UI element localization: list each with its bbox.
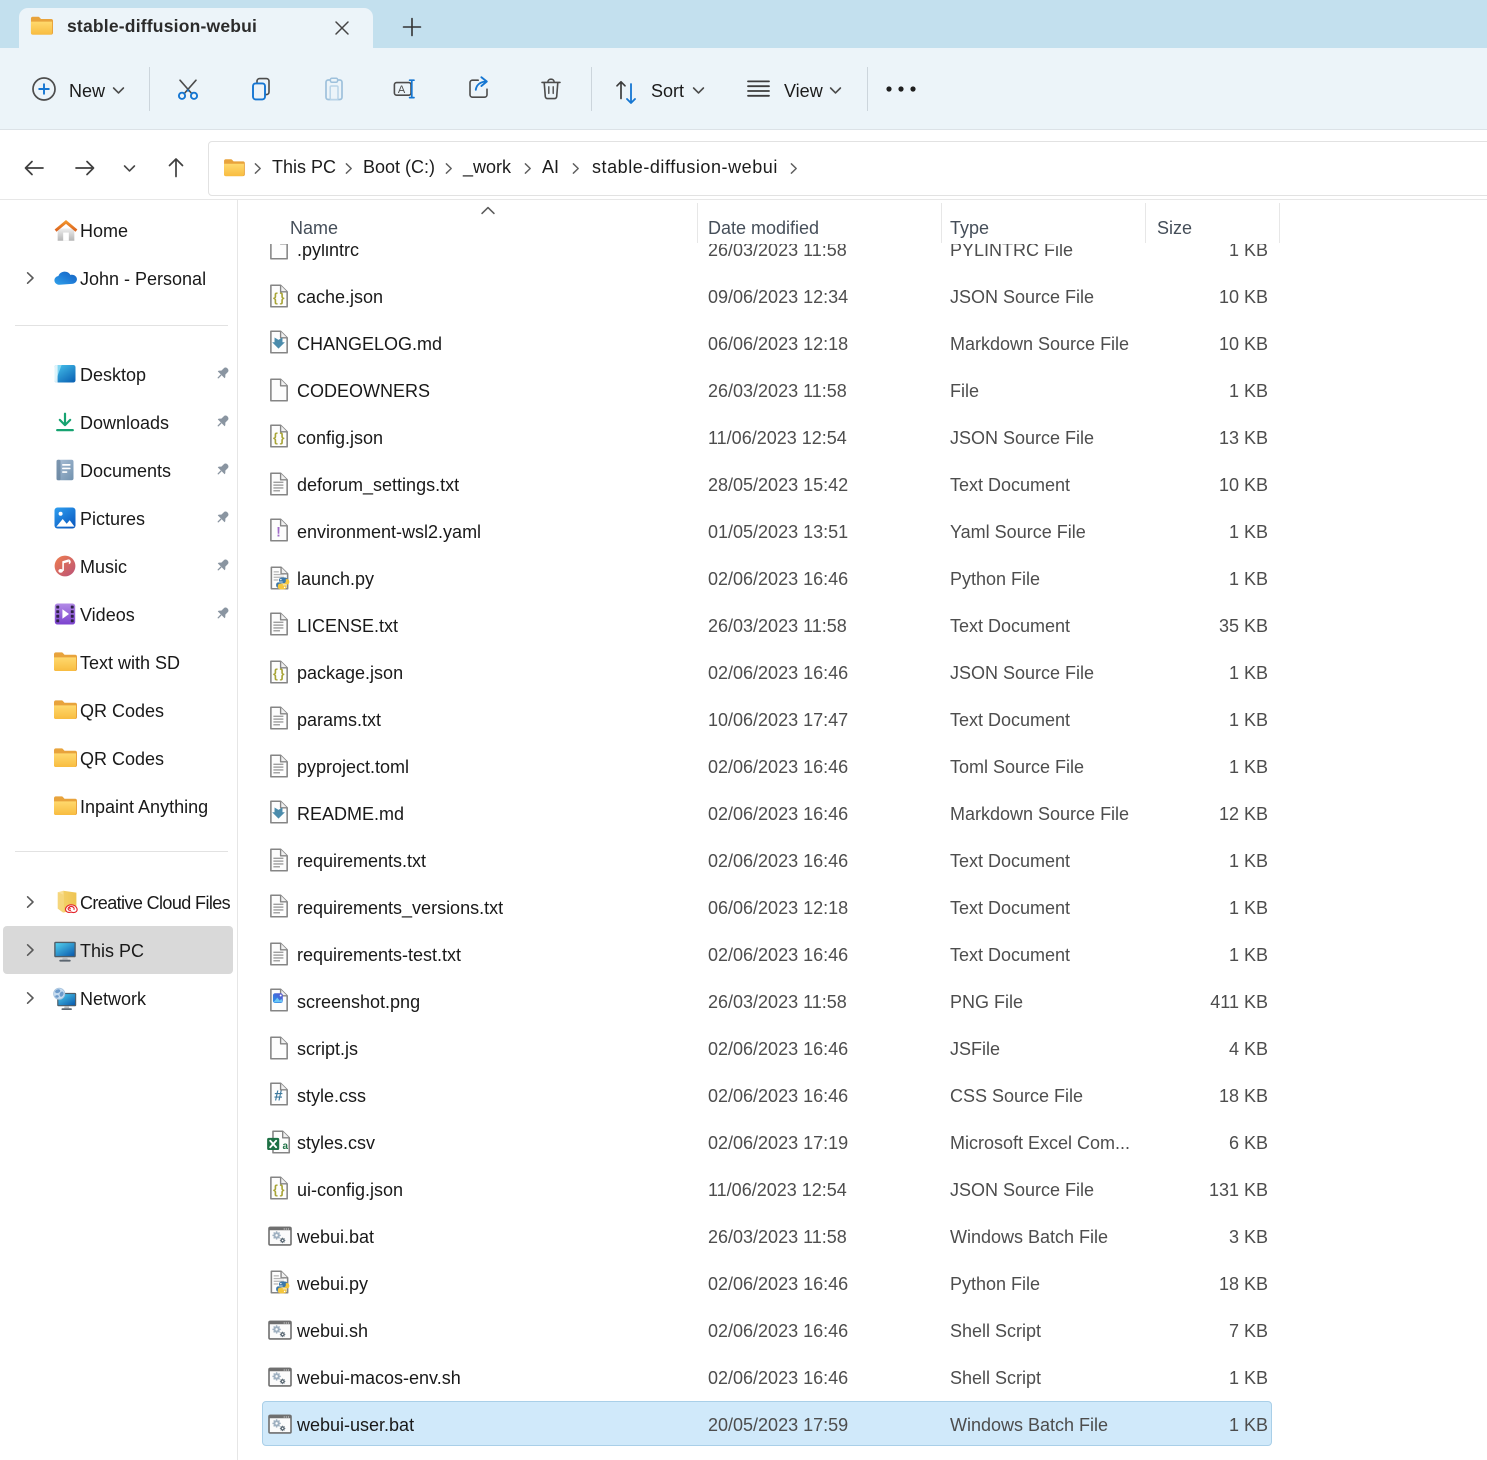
svg-text:{: { (273, 1183, 278, 1197)
svg-text:}: } (280, 1183, 285, 1197)
svg-text:}: } (280, 667, 285, 681)
svg-text:#: # (274, 1087, 283, 1104)
svg-text:!: ! (276, 525, 281, 540)
svg-text:{: { (273, 431, 278, 445)
svg-text:{: { (273, 667, 278, 681)
svg-text:a: a (283, 1141, 289, 1152)
svg-text:{: { (273, 291, 278, 305)
svg-text:A: A (398, 84, 406, 96)
svg-text:}: } (280, 291, 285, 305)
svg-text:}: } (280, 431, 285, 445)
